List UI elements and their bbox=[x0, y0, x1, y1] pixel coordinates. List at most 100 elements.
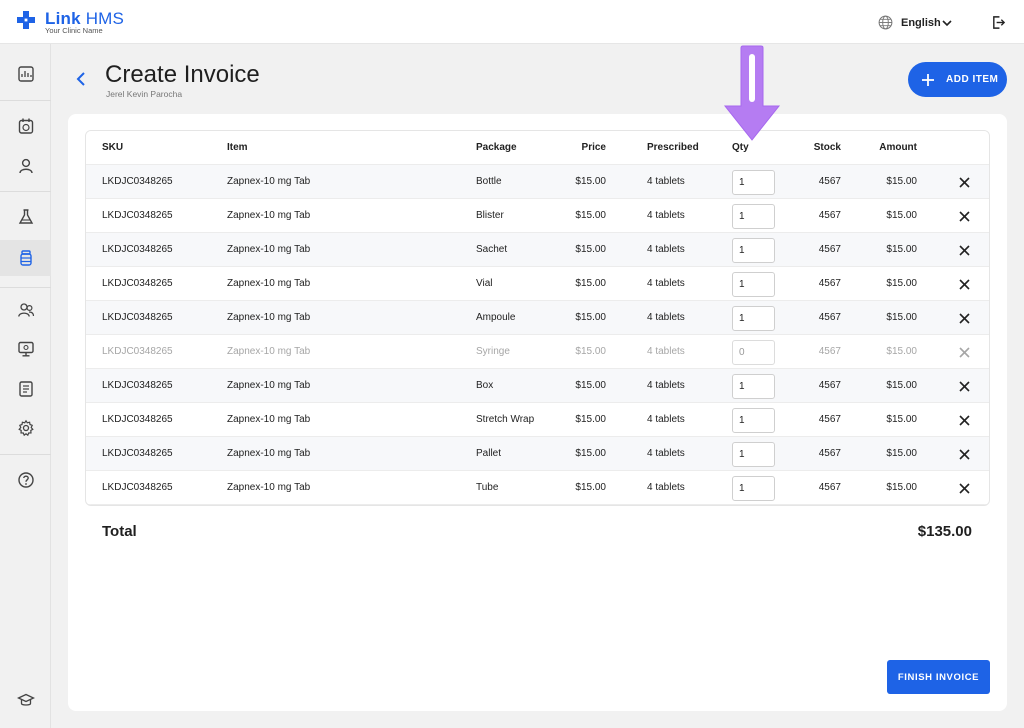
close-icon[interactable] bbox=[959, 245, 970, 256]
cell-item: Zapnex-10 mg Tab bbox=[227, 244, 311, 255]
cell-amount: $15.00 bbox=[886, 346, 917, 357]
cell-package: Box bbox=[476, 380, 494, 391]
cell-price: $15.00 bbox=[575, 210, 606, 221]
table-row: LKDJC0348265 Zapnex-10 mg Tab Syringe $15.0… bbox=[86, 335, 989, 369]
table-header: SKU Item Package Price Prescribed Qty St… bbox=[86, 131, 989, 165]
sidebar-item-lab[interactable] bbox=[0, 199, 51, 235]
close-icon[interactable] bbox=[959, 211, 970, 222]
pharmacy-icon bbox=[19, 250, 32, 266]
back-button[interactable] bbox=[73, 70, 89, 88]
cell-stock: 4567 bbox=[818, 346, 841, 357]
cell-package: Ampoule bbox=[476, 312, 516, 323]
language-selector[interactable]: English bbox=[901, 17, 941, 29]
qty-input[interactable] bbox=[732, 204, 775, 229]
cell-prescribed: 4 tablets bbox=[647, 278, 685, 289]
patients-icon bbox=[18, 158, 33, 174]
sidebar-item-dashboard[interactable] bbox=[0, 56, 51, 92]
qty-input[interactable] bbox=[732, 238, 775, 263]
table-row: LKDJC0348265 Zapnex-10 mg Tab Box $15.00 4 t… bbox=[86, 369, 989, 403]
total-value: $135.00 bbox=[917, 523, 972, 540]
cell-prescribed: 4 tablets bbox=[647, 312, 685, 323]
cell-prescribed: 4 tablets bbox=[647, 380, 685, 391]
sidebar-item-appointments[interactable] bbox=[0, 108, 51, 144]
settings-icon bbox=[17, 419, 34, 437]
cell-item: Zapnex-10 mg Tab bbox=[227, 176, 311, 187]
close-icon[interactable] bbox=[959, 449, 970, 460]
cell-item: Zapnex-10 mg Tab bbox=[227, 448, 311, 459]
patient-name: Jerel Kevin Parocha bbox=[106, 89, 183, 99]
sidebar-item-help[interactable] bbox=[0, 462, 51, 498]
close-icon[interactable] bbox=[959, 381, 970, 392]
column-header-package: Package bbox=[476, 142, 517, 153]
cell-amount: $15.00 bbox=[886, 176, 917, 187]
sidebar bbox=[0, 44, 51, 728]
cell-sku: LKDJC0348265 bbox=[102, 244, 173, 255]
cell-item: Zapnex-10 mg Tab bbox=[227, 210, 311, 221]
sidebar-item-patients[interactable] bbox=[0, 148, 51, 184]
column-header-price: Price bbox=[581, 142, 606, 153]
staff-icon bbox=[17, 303, 34, 317]
finish-invoice-button[interactable]: FINISH INVOICE bbox=[887, 660, 990, 694]
chevron-down-icon[interactable] bbox=[941, 17, 953, 29]
close-icon[interactable] bbox=[959, 347, 970, 358]
cell-price: $15.00 bbox=[575, 176, 606, 187]
sidebar-item-staff[interactable] bbox=[0, 292, 51, 328]
sidebar-item-reports[interactable] bbox=[0, 371, 51, 407]
qty-input[interactable] bbox=[732, 306, 775, 331]
cell-price: $15.00 bbox=[575, 244, 606, 255]
sidebar-item-settings[interactable] bbox=[0, 410, 51, 446]
cell-prescribed: 4 tablets bbox=[647, 414, 685, 425]
qty-input[interactable] bbox=[732, 374, 775, 399]
column-header-stock: Stock bbox=[813, 142, 841, 153]
cell-sku: LKDJC0348265 bbox=[102, 380, 173, 391]
medical-cross-icon[interactable] bbox=[16, 10, 36, 30]
monitor-icon bbox=[17, 341, 34, 357]
education-icon bbox=[16, 693, 35, 706]
qty-input[interactable] bbox=[732, 170, 775, 195]
logout-icon[interactable] bbox=[991, 15, 1006, 30]
cell-package: Syringe bbox=[476, 346, 510, 357]
cell-stock: 4567 bbox=[818, 448, 841, 459]
qty-input[interactable] bbox=[732, 442, 775, 467]
cell-prescribed: 4 tablets bbox=[647, 448, 685, 459]
qty-input[interactable] bbox=[732, 340, 775, 365]
cell-sku: LKDJC0348265 bbox=[102, 482, 173, 493]
cell-stock: 4567 bbox=[818, 278, 841, 289]
close-icon[interactable] bbox=[959, 279, 970, 290]
sidebar-item-monitor[interactable] bbox=[0, 331, 51, 367]
table-row: LKDJC0348265 Zapnex-10 mg Tab Sachet $15.00… bbox=[86, 233, 989, 267]
cell-stock: 4567 bbox=[818, 312, 841, 323]
close-icon[interactable] bbox=[959, 177, 970, 188]
cell-amount: $15.00 bbox=[886, 482, 917, 493]
top-bar: Link HMS Your Clinic Name English bbox=[0, 0, 1024, 44]
cell-sku: LKDJC0348265 bbox=[102, 176, 173, 187]
add-item-label: ADD ITEM bbox=[946, 74, 999, 85]
close-icon[interactable] bbox=[959, 415, 970, 426]
close-icon[interactable] bbox=[959, 313, 970, 324]
cell-stock: 4567 bbox=[818, 244, 841, 255]
close-icon[interactable] bbox=[959, 483, 970, 494]
cell-prescribed: 4 tablets bbox=[647, 210, 685, 221]
cell-amount: $15.00 bbox=[886, 312, 917, 323]
cell-stock: 4567 bbox=[818, 210, 841, 221]
appointments-icon bbox=[18, 118, 33, 134]
qty-input[interactable] bbox=[732, 408, 775, 433]
add-item-button[interactable]: ADD ITEM bbox=[908, 62, 1007, 97]
cell-item: Zapnex-10 mg Tab bbox=[227, 346, 311, 357]
cell-amount: $15.00 bbox=[886, 244, 917, 255]
cell-prescribed: 4 tablets bbox=[647, 482, 685, 493]
sidebar-item-pharmacy[interactable] bbox=[0, 240, 51, 276]
table-row: LKDJC0348265 Zapnex-10 mg Tab Pallet $15.00… bbox=[86, 437, 989, 471]
cell-prescribed: 4 tablets bbox=[647, 176, 685, 187]
column-header-amount: Amount bbox=[879, 142, 917, 153]
cell-amount: $15.00 bbox=[886, 380, 917, 391]
qty-input[interactable] bbox=[732, 272, 775, 297]
cell-package: Tube bbox=[476, 482, 499, 493]
cell-price: $15.00 bbox=[575, 278, 606, 289]
cell-package: Pallet bbox=[476, 448, 502, 459]
globe-icon[interactable] bbox=[878, 15, 893, 30]
sidebar-item-education[interactable] bbox=[0, 682, 51, 718]
cell-sku: LKDJC0348265 bbox=[102, 448, 173, 459]
qty-input[interactable] bbox=[732, 476, 775, 501]
cell-sku: LKDJC0348265 bbox=[102, 414, 173, 425]
